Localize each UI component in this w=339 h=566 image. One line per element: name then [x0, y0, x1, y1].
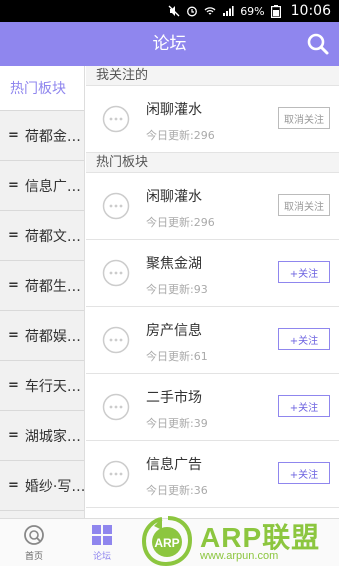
watermark-url: www.arpun.com	[200, 550, 279, 562]
tab-label: 首页	[24, 552, 43, 562]
forum-name: 二手市场	[146, 390, 202, 406]
menu-lines-icon: =	[8, 378, 19, 393]
update-count: 今日更新:93	[146, 283, 208, 296]
update-count: 今日更新:61	[146, 350, 208, 363]
follow-button[interactable]: +关注	[278, 395, 330, 417]
arp-badge-logo: ARP	[141, 516, 193, 566]
forum-name: 聚焦金湖	[146, 256, 202, 272]
forum-name: 闲聊灌水	[146, 189, 202, 205]
status-icons: 69% 10:06	[168, 0, 331, 22]
sidebar-item-label: 荷都生…	[24, 278, 81, 295]
tab-home[interactable]: 首页	[0, 519, 68, 566]
sidebar-item-hot[interactable]: 热门板块	[0, 66, 84, 111]
page-title: 论坛	[152, 34, 187, 54]
forum-name: 闲聊灌水	[146, 102, 202, 118]
sidebar-item-label: 车行天…	[24, 378, 81, 395]
watermark: ARP ARP联盟 www.arpun.com	[138, 516, 339, 566]
tab-forum[interactable]: 论坛	[68, 519, 136, 566]
category-sidebar: 热门板块 = 荷都金… = 信息广… = 荷都文… = 荷都生… = 荷都娱… = 车行天……	[0, 66, 85, 518]
sidebar-item[interactable]: = 车行天…	[0, 361, 84, 411]
mute-icon	[168, 5, 180, 17]
menu-lines-icon: =	[8, 178, 19, 193]
battery-icon	[270, 4, 281, 18]
sidebar-item-label: 婚纱·写…	[24, 478, 84, 495]
menu-lines-icon: =	[8, 278, 19, 293]
list-item[interactable]: 信息广告 今日更新:36 +关注	[86, 441, 339, 508]
signal-icon	[223, 6, 234, 16]
sidebar-item-label: 热门板块	[10, 81, 66, 97]
sidebar-item[interactable]: = 荷都文…	[0, 211, 84, 261]
forum-chat-icon	[102, 460, 130, 488]
sidebar-item-label: 荷都娱…	[24, 328, 81, 345]
svg-text:ARP: ARP	[154, 536, 179, 550]
sidebar-item[interactable]: = 湖城家…	[0, 411, 84, 461]
list-item[interactable]: 闲聊灌水 今日更新:296 取消关注	[86, 86, 339, 153]
alarm-icon	[187, 6, 198, 17]
list-item[interactable]: 聚焦金湖 今日更新:93 +关注	[86, 240, 339, 307]
sidebar-item[interactable]: = 荷都金…	[0, 111, 84, 161]
follow-button[interactable]: +关注	[278, 261, 330, 283]
home-icon	[24, 525, 44, 545]
sidebar-item-label: 湖城家…	[24, 428, 81, 445]
forum-grid-icon	[92, 525, 112, 545]
search-icon[interactable]	[305, 31, 331, 57]
sidebar-item[interactable]: = 荷都娱…	[0, 311, 84, 361]
list-item[interactable]: 二手市场 今日更新:39 +关注	[86, 374, 339, 441]
follow-button[interactable]: +关注	[278, 328, 330, 350]
unfollow-button[interactable]: 取消关注	[278, 107, 330, 129]
sidebar-item[interactable]: = 荷都生…	[0, 261, 84, 311]
list-item[interactable]: 闲聊灌水 今日更新:296 取消关注	[86, 173, 339, 240]
forum-chat-icon	[102, 192, 130, 220]
menu-lines-icon: =	[8, 478, 19, 493]
forum-name: 信息广告	[146, 457, 202, 473]
menu-lines-icon: =	[8, 128, 19, 143]
section-header-hot: 热门板块	[86, 153, 339, 173]
clock: 10:06	[290, 3, 331, 19]
forum-chat-icon	[102, 259, 130, 287]
tab-label: 论坛	[92, 552, 111, 562]
status-bar: 69% 10:06	[0, 0, 339, 22]
follow-button[interactable]: +关注	[278, 462, 330, 484]
sidebar-item-label: 荷都金…	[24, 128, 81, 145]
forum-chat-icon	[102, 393, 130, 421]
sidebar-item[interactable]: = 婚纱·写…	[0, 461, 84, 511]
update-count: 今日更新:39	[146, 417, 208, 430]
sidebar-item-label: 荷都文…	[24, 228, 81, 245]
menu-lines-icon: =	[8, 428, 19, 443]
forum-chat-icon	[102, 105, 130, 133]
sidebar-item[interactable]: = 信息广…	[0, 161, 84, 211]
update-count: 今日更新:296	[146, 216, 215, 229]
battery-percent: 69%	[240, 4, 265, 18]
forum-list: 我关注的 闲聊灌水 今日更新:296 取消关注 热门板块 闲聊灌水 今日更新:2…	[86, 66, 339, 518]
update-count: 今日更新:36	[146, 484, 208, 497]
wifi-icon	[204, 7, 216, 15]
update-count: 今日更新:296	[146, 129, 215, 142]
section-header-followed: 我关注的	[86, 66, 339, 86]
forum-name: 房产信息	[146, 323, 202, 339]
menu-lines-icon: =	[8, 328, 19, 343]
sidebar-item-label: 信息广…	[24, 178, 81, 195]
list-item[interactable]: 房产信息 今日更新:61 +关注	[86, 307, 339, 374]
unfollow-button[interactable]: 取消关注	[278, 194, 330, 216]
menu-lines-icon: =	[8, 228, 19, 243]
app-header: 论坛	[0, 22, 339, 66]
forum-chat-icon	[102, 326, 130, 354]
